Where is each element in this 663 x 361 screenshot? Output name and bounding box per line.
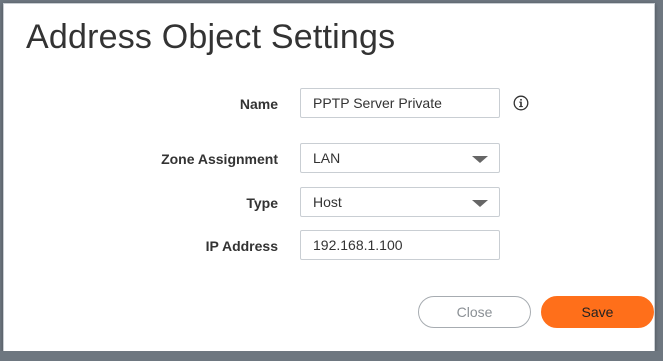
dialog-title: Address Object Settings: [26, 18, 396, 56]
ip-address-label: IP Address: [205, 238, 278, 254]
type-value: Host: [313, 194, 342, 210]
ip-address-input[interactable]: 192.168.1.100: [300, 230, 500, 260]
zone-assignment-select[interactable]: LAN: [300, 143, 500, 173]
type-select[interactable]: Host: [300, 187, 500, 217]
name-input[interactable]: PPTP Server Private: [300, 88, 500, 118]
name-label: Name: [239, 96, 278, 112]
zone-assignment-value: LAN: [313, 150, 341, 166]
type-label: Type: [246, 195, 278, 211]
address-object-dialog: Address Object Settings Name PPTP Server…: [3, 3, 655, 352]
overlay-backdrop: [0, 351, 663, 361]
zone-assignment-label: Zone Assignment: [161, 151, 278, 167]
info-icon[interactable]: [513, 95, 529, 111]
chevron-down-icon: [472, 156, 488, 163]
chevron-down-icon: [472, 200, 488, 207]
close-button[interactable]: Close: [418, 296, 531, 328]
save-button[interactable]: Save: [541, 296, 654, 328]
